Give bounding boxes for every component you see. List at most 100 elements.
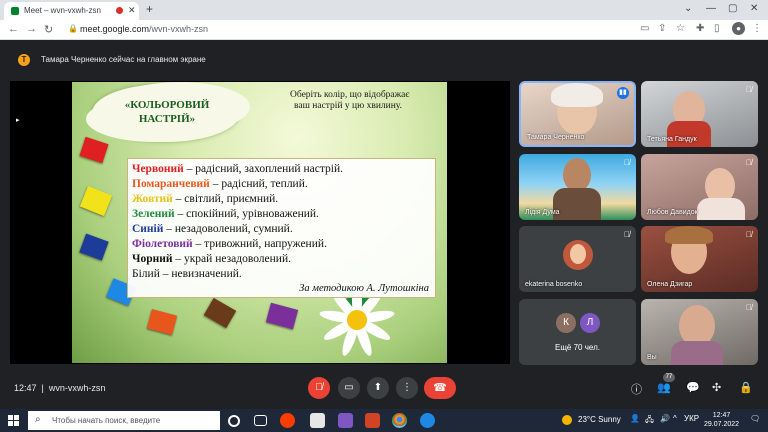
slide-instruction: Оберіть колір, що відображає ваш настрій… xyxy=(290,90,410,111)
participant-tile[interactable]: 🎙̸ ekaterina bosenko xyxy=(519,226,636,292)
participant-name: Тетьяна Гандук xyxy=(647,136,697,143)
leave-call-button[interactable]: ☎ xyxy=(424,377,456,399)
powerpoint-icon[interactable] xyxy=(365,413,380,428)
meet-favicon-icon xyxy=(11,7,19,15)
self-view-tile[interactable]: 🎙̸ Вы xyxy=(641,299,758,365)
participant-name: Вы xyxy=(647,354,657,361)
red-color-square xyxy=(79,136,109,164)
share-icon[interactable]: ⇪ xyxy=(658,23,666,34)
mic-toggle-button[interactable]: 🎙̸ xyxy=(308,377,330,399)
participant-avatar: К xyxy=(556,313,576,333)
browser-menu-icon[interactable]: ⋮ xyxy=(752,23,762,34)
sidebar-icon[interactable]: ▯ xyxy=(714,23,720,34)
expand-arrow-icon[interactable]: ▸ xyxy=(16,116,20,124)
bookmark-star-icon[interactable]: ☆ xyxy=(676,23,685,34)
forward-icon[interactable]: → xyxy=(26,23,37,35)
participant-tile[interactable]: 🎙̸ Лідія Дума xyxy=(519,154,636,220)
browser-toolbar: ← → ↻ 🔒 meet.google.com/wvn-vxwh-zsn ▭ ⇪… xyxy=(0,20,768,40)
new-tab-button[interactable]: + xyxy=(146,2,153,16)
host-controls-icon[interactable]: 🔒 xyxy=(739,381,753,394)
tray-chevron-icon[interactable]: ^ xyxy=(673,414,677,423)
search-placeholder: Чтобы начать поиск, введите xyxy=(52,416,161,425)
weather-sun-icon xyxy=(562,415,572,425)
opera-icon[interactable] xyxy=(280,413,295,428)
language-indicator[interactable]: УКР xyxy=(684,414,699,423)
store-icon[interactable] xyxy=(310,413,325,428)
orange-color-square xyxy=(146,308,178,336)
chrome-icon[interactable] xyxy=(392,413,407,428)
mood-legend-box: Червоний – радісний, захоплений настрій.… xyxy=(127,158,436,298)
mood-line-green: Зелений – спокійний, урівноважений. xyxy=(132,208,319,220)
participant-name: Лідія Дума xyxy=(525,209,560,216)
more-options-button[interactable]: ⋮ xyxy=(396,377,418,399)
people-tray-icon[interactable]: 👤 xyxy=(630,414,640,423)
participant-name: ekaterina bosenko xyxy=(525,281,583,288)
activities-icon[interactable]: ✣ xyxy=(712,381,721,394)
participant-name: Олена Дзигар xyxy=(647,281,693,288)
camera-in-use-icon[interactable]: ▭ xyxy=(640,23,649,34)
participant-tile[interactable]: 🎙̸ Олена Дзигар xyxy=(641,226,758,292)
task-view-icon[interactable] xyxy=(254,415,267,426)
participant-tile[interactable]: 🎙̸ Тетьяна Гандук xyxy=(641,81,758,147)
cortana-icon[interactable] xyxy=(228,415,240,427)
participant-name: Любов Давидок xyxy=(647,209,698,216)
back-icon[interactable]: ← xyxy=(8,23,19,35)
mood-line-yellow: Жовтий – світлий, приємний. xyxy=(132,193,279,205)
mood-line-white: Білий – невизначений. xyxy=(132,268,242,280)
present-screen-button[interactable]: ⬆ xyxy=(367,377,389,399)
shared-slide: «КОЛЬОРОВИЙ НАСТРІЙ» Оберіть колір, що в… xyxy=(72,82,447,363)
meeting-details-icon[interactable]: ⓘ xyxy=(631,381,642,397)
weather-text[interactable]: 23°C Sunny xyxy=(578,415,621,424)
viber-icon[interactable] xyxy=(338,413,353,428)
slide-title: «КОЛЬОРОВИЙ НАСТРІЙ» xyxy=(124,99,210,125)
daisy-flower-icon xyxy=(318,282,396,358)
meeting-time-and-code: 12:47 | wvn-vxwh-zsn xyxy=(14,383,106,393)
people-icon[interactable]: 👥 xyxy=(657,381,671,394)
participant-video xyxy=(563,158,591,192)
slide-author: За методикою А. Лутошкіна xyxy=(299,283,429,294)
mic-off-icon: 🎙̸ xyxy=(746,230,752,239)
presenting-banner: Т Тамара Черненко сейчас на главном экра… xyxy=(10,51,758,69)
meeting-control-bar: 12:47 | wvn-vxwh-zsn 🎙̸ ▭ ⬆ ⋮ ☎ ⓘ 👥 77 💬… xyxy=(0,372,768,404)
taskbar-clock[interactable]: 12:47 29.07.2022 xyxy=(704,411,739,429)
url-text: meet.google.com/wvn-vxwh-zsn xyxy=(80,24,209,34)
tab-title: Meet – wvn-vxwh-zsn xyxy=(24,6,101,15)
reload-icon[interactable]: ↻ xyxy=(44,23,53,36)
tab-close-icon[interactable]: ✕ xyxy=(128,5,136,16)
camera-toggle-button[interactable]: ▭ xyxy=(338,377,360,399)
maximize-window-icon[interactable]: ▢ xyxy=(728,3,737,14)
chat-icon[interactable]: 💬 xyxy=(686,381,700,394)
profile-avatar[interactable]: ● xyxy=(732,22,745,35)
notifications-icon[interactable]: 🗨 xyxy=(750,414,760,423)
more-participants-tile[interactable]: К Л Ещё 70 чел. xyxy=(519,299,636,365)
mic-off-icon: 🎙̸ xyxy=(746,303,752,312)
more-participants-label: Ещё 70 чел. xyxy=(555,343,600,352)
lock-icon[interactable]: 🔒 xyxy=(68,24,78,33)
tab-search-icon[interactable]: ⌄ xyxy=(684,3,692,14)
mood-line-red: Червоний – радісний, захоплений настрій. xyxy=(132,163,343,175)
address-bar[interactable]: 🔒 meet.google.com/wvn-vxwh-zsn xyxy=(66,22,756,38)
participant-tile[interactable]: ▮▮ Тамара Черненко xyxy=(519,81,636,147)
brown-color-square xyxy=(203,297,237,329)
windows-start-icon[interactable] xyxy=(8,415,19,426)
mood-line-blue: Синій – незадоволений, сумний. xyxy=(132,223,293,235)
mic-off-icon: 🎙̸ xyxy=(624,158,630,167)
mic-off-icon: 🎙̸ xyxy=(746,158,752,167)
recording-indicator-icon xyxy=(116,7,123,14)
browser-tab-meet[interactable]: Meet – wvn-vxwh-zsn ✕ xyxy=(4,2,139,20)
participant-hair xyxy=(551,83,603,107)
edge-icon[interactable] xyxy=(420,413,435,428)
minimize-window-icon[interactable]: — xyxy=(706,3,716,14)
taskbar-search-box[interactable]: ⌕ Чтобы начать поиск, введите xyxy=(28,411,220,430)
close-window-icon[interactable]: ✕ xyxy=(750,3,758,14)
mic-off-icon: 🎙̸ xyxy=(624,230,630,239)
participant-tile[interactable]: 🎙̸ Любов Давидок xyxy=(641,154,758,220)
volume-icon[interactable]: 🔊 xyxy=(660,414,670,423)
extensions-puzzle-icon[interactable]: ✚ xyxy=(696,23,704,34)
network-icon[interactable]: 🖧 xyxy=(645,414,654,428)
participant-name: Тамара Черненко xyxy=(527,134,585,141)
mood-line-orange: Помаранчевий – радісний, теплий. xyxy=(132,178,308,190)
participant-avatar: Л xyxy=(580,313,600,333)
yellow-color-square xyxy=(79,185,113,217)
browser-tab-strip: Meet – wvn-vxwh-zsn ✕ + ⌄ — ▢ ✕ xyxy=(0,0,768,20)
